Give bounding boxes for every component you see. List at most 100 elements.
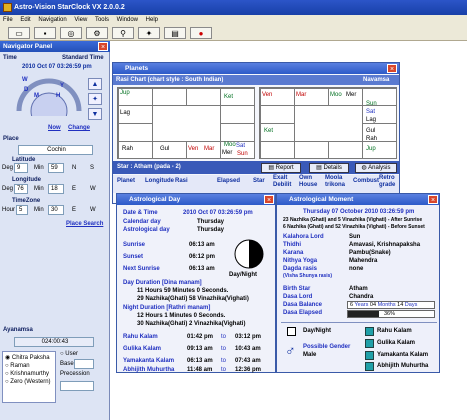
dasa-days: 14 — [397, 302, 404, 308]
rasi-chart[interactable]: Jup Lag Ket Moo Mer Sat Sun Rah Gul Ven … — [117, 87, 255, 159]
tz-e-radio[interactable]: E — [72, 207, 76, 213]
sunset-value: 06:12 pm — [189, 254, 216, 260]
menu-tools[interactable]: Tools — [95, 17, 109, 23]
lon-e-radio[interactable]: E — [72, 186, 76, 192]
rahu-swatch — [365, 327, 374, 336]
lat-s-radio[interactable]: S — [90, 165, 94, 171]
lon-deg-field[interactable]: 76 — [14, 184, 28, 194]
navigator-datetime: 2010 Oct 07 03:26:59 pm — [22, 64, 92, 70]
ayanamsa-precession-field[interactable] — [60, 381, 94, 391]
astro-moment-title: Astrological Moment — [277, 194, 439, 205]
rasi-ket: Ket — [224, 94, 234, 100]
night-duration-2: 30 Nazhika(Ghati) 2 Vinazhika(Vighati) — [137, 321, 246, 327]
navamsa-ket: Ket — [264, 128, 274, 134]
kalam-start: 06:13 am — [187, 358, 213, 364]
nithya-yoga-value: Mahendra — [349, 258, 378, 264]
rasi-mars: Mar — [204, 146, 215, 152]
next-sunrise-label: Next Sunrise — [123, 266, 160, 272]
dial-w[interactable]: W — [22, 77, 28, 83]
lon-w-radio[interactable]: W — [90, 186, 96, 192]
lon-min-field[interactable]: 18 — [48, 184, 64, 194]
menu-navigation[interactable]: Navigation — [38, 17, 66, 23]
ayanamsa-option-chitra[interactable]: ◉ Chitra Paksha — [5, 354, 53, 361]
now-link[interactable]: Now — [48, 125, 61, 131]
dial-d[interactable]: D — [24, 87, 28, 93]
astro-day-close-icon[interactable]: × — [264, 195, 274, 204]
kalam-to: to — [221, 334, 227, 340]
dasa-days-unit: Days — [404, 302, 418, 308]
nav-star-button[interactable]: ✦ — [88, 93, 102, 105]
dasa-elapsed-label: Dasa Elapsed — [283, 310, 323, 316]
col-elapsed: Elapsed — [217, 178, 241, 184]
kalam-name: Gulika Kalam — [123, 346, 162, 352]
navamsa-sat: Sat — [366, 109, 376, 115]
lat-deg-label: Deg — [2, 165, 14, 171]
place-search-link[interactable]: Place Search — [66, 221, 103, 227]
lat-deg-field[interactable]: 9 — [14, 163, 28, 173]
yamakanta-swatch — [365, 351, 374, 360]
ayanamsa-option-raman[interactable]: ○ Raman — [5, 363, 53, 369]
menu-view[interactable]: View — [74, 17, 87, 23]
menu-file[interactable]: File — [3, 17, 13, 23]
settings-icon[interactable]: ⚙ — [86, 27, 108, 39]
ayanamsa-base-field[interactable] — [74, 359, 94, 369]
kalahora-value: Sun — [349, 234, 361, 240]
navamsa-moo: Moo — [330, 92, 342, 98]
details-button[interactable]: ▤ Details — [309, 163, 349, 173]
day-night-icon — [234, 239, 264, 269]
navamsa-chart[interactable]: Ven Mar Moo Mer Sun Sat Lag Ket Gul Rah … — [259, 87, 397, 159]
menu-edit[interactable]: Edit — [20, 17, 30, 23]
rasi-sat: Sat — [236, 143, 246, 149]
nav-down-button[interactable]: ▼ — [88, 108, 102, 120]
navigator-close-icon[interactable]: × — [98, 42, 108, 51]
ayanamsa-option-krishnamurthy[interactable]: ○ Krishnamurthy — [5, 371, 53, 377]
astro-day-window: Astrological Day × Date & Time 2010 Oct … — [116, 193, 276, 373]
col-exalt: Exalt Debilit — [273, 175, 292, 188]
menu-help[interactable]: Help — [146, 17, 158, 23]
ayanamsa-precession-label: Precession — [60, 371, 90, 377]
kalam-start: 01:42 pm — [187, 334, 214, 340]
lat-min-field[interactable]: 59 — [48, 163, 64, 173]
kalam-start: 11:48 am — [187, 367, 213, 373]
menu-window[interactable]: Window — [117, 17, 138, 23]
moment-line2: 23 Nazhika (Ghati) and 5 Vinazhika (Vigh… — [283, 217, 423, 223]
legend-abhijith: Abhijith Muhurtha — [377, 363, 429, 369]
print-icon[interactable]: ▤ — [164, 27, 186, 39]
refresh-icon[interactable]: ◎ — [60, 27, 82, 39]
rasi-sun: Sun — [237, 151, 248, 157]
location-icon[interactable]: ⚲ — [112, 27, 134, 39]
magic-icon[interactable]: ✦ — [138, 27, 160, 39]
male-gender-icon: ♂ — [285, 342, 296, 358]
help-icon[interactable]: ● — [190, 27, 212, 39]
place-field[interactable]: Cochin — [18, 145, 93, 155]
astro-moment-close-icon[interactable]: × — [428, 195, 438, 204]
tz-hour-field[interactable]: 5 — [16, 205, 28, 215]
kalam-end: 03:12 pm — [235, 334, 262, 340]
lat-n-radio[interactable]: N — [72, 165, 76, 171]
rasi-header: Rasi Chart (chart style : South Indian) … — [113, 75, 399, 85]
analysis-button[interactable]: ◍ Analysis — [355, 163, 397, 173]
ayanamsa-user-radio[interactable]: ○ User — [60, 351, 78, 357]
navigator-title: Navigator Panel — [0, 41, 110, 52]
ayanamsa-option-zero[interactable]: ○ Zero (Western) — [5, 379, 53, 385]
tz-w-radio[interactable]: W — [90, 207, 96, 213]
place-label: Place — [3, 136, 19, 142]
tz-min-field[interactable]: 30 — [48, 205, 64, 215]
nav-up-button[interactable]: ▲ — [88, 78, 102, 90]
save-icon[interactable]: ▪ — [34, 27, 56, 39]
change-link[interactable]: Change — [68, 125, 90, 131]
thidhi-label: Thidhi — [283, 242, 301, 248]
dasa-lord-value: Chandra — [349, 294, 374, 300]
gulika-swatch — [365, 339, 374, 348]
planets-close-icon[interactable]: × — [387, 64, 397, 73]
dial-m[interactable]: M — [34, 93, 39, 99]
tz-hour-label: Hour — [2, 207, 16, 213]
dial-h[interactable]: H — [56, 93, 60, 99]
planets-window: Planets × Rasi Chart (chart style : Sout… — [112, 62, 400, 204]
rasi-gul: Gul — [160, 146, 170, 152]
open-icon[interactable]: ▭ — [8, 27, 30, 39]
dial-y[interactable]: Y — [60, 83, 64, 89]
karana-value: Pambu(Snake) — [349, 250, 391, 256]
report-button[interactable]: ▤ Report — [261, 163, 301, 173]
navamsa-gul: Gul — [366, 128, 376, 134]
